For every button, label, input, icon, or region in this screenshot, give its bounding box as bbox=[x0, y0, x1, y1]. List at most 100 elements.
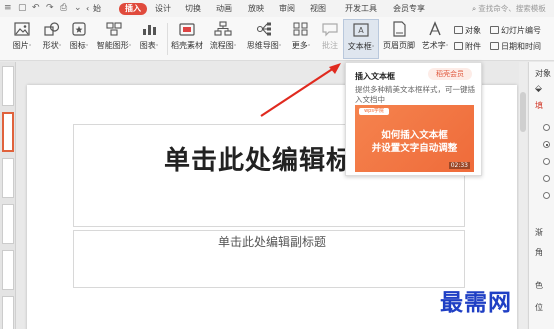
datetime-icon bbox=[490, 42, 499, 50]
comment-label: 批注 bbox=[322, 41, 338, 50]
material-button[interactable]: 稻壳素材 bbox=[170, 19, 204, 59]
save-icon[interactable]: ▢ bbox=[18, 0, 27, 17]
object-icon bbox=[454, 26, 463, 34]
tab-slideshow[interactable]: 放映 bbox=[248, 0, 264, 17]
picture-button[interactable]: 图片· bbox=[6, 19, 38, 59]
more-icon bbox=[292, 21, 310, 37]
file-menu-icon[interactable]: ≡ bbox=[4, 0, 12, 17]
more-arrow-icon[interactable]: ⌄ bbox=[74, 0, 82, 17]
attachment-label: 附件 bbox=[465, 42, 481, 51]
picture-label: 图片· bbox=[12, 41, 32, 50]
wordart-label: 艺术字· bbox=[421, 41, 449, 50]
tab-member[interactable]: 会员专享 bbox=[393, 0, 425, 17]
datetime-button[interactable]: 日期和时间 bbox=[490, 41, 541, 52]
tooltip-title: 插入文本框 bbox=[355, 72, 395, 81]
fill-radio-selected[interactable] bbox=[543, 141, 550, 148]
slide-thumbnail-active[interactable] bbox=[2, 112, 14, 152]
print-icon[interactable]: ⎙ bbox=[60, 0, 67, 17]
datetime-label: 日期和时间 bbox=[501, 42, 541, 51]
panel-header: 对象 bbox=[535, 69, 551, 78]
tab-animation[interactable]: 动画 bbox=[216, 0, 232, 17]
object-label: 对象 bbox=[465, 26, 481, 35]
textbox-button[interactable]: A 文本框· bbox=[343, 19, 379, 59]
flowchart-label: 流程图· bbox=[209, 41, 237, 50]
ribbon-separator bbox=[167, 23, 168, 55]
video-logo: wps学院 bbox=[359, 108, 389, 115]
slide-number-button[interactable]: 幻灯片编号 bbox=[490, 25, 541, 36]
nav-back-button[interactable]: ‹ bbox=[86, 0, 89, 17]
video-title-line2: 并设置文字自动调整 bbox=[371, 143, 458, 154]
tutorial-video-thumbnail[interactable]: wps学院 如何插入文本框 并设置文字自动调整 02:33 bbox=[355, 105, 474, 172]
slide-thumbnail[interactable] bbox=[2, 158, 14, 198]
search-placeholder: 查找命令、搜索模板 bbox=[478, 4, 546, 13]
header-footer-button[interactable]: 页眉页脚 bbox=[381, 19, 417, 59]
tab-transition[interactable]: 切换 bbox=[185, 0, 201, 17]
shape-icon bbox=[43, 21, 61, 37]
slide-thumbnail-panel bbox=[0, 62, 16, 329]
tab-start[interactable]: 始 bbox=[93, 0, 101, 17]
mindmap-button[interactable]: 思维导图· bbox=[244, 19, 284, 59]
fill-tab[interactable]: 填 bbox=[535, 100, 543, 111]
fill-radio[interactable] bbox=[543, 124, 550, 131]
slide-subtitle-placeholder[interactable]: 单击此处编辑副标题 bbox=[27, 233, 517, 250]
slide-thumbnail[interactable] bbox=[2, 204, 14, 244]
more-label: 更多· bbox=[291, 41, 311, 50]
tab-review[interactable]: 审阅 bbox=[279, 0, 295, 17]
slide-thumbnail[interactable] bbox=[2, 296, 14, 329]
canvas-scrollbar[interactable] bbox=[519, 62, 527, 329]
fill-radio[interactable] bbox=[543, 175, 550, 182]
scrollbar-thumb[interactable] bbox=[520, 92, 526, 132]
flowchart-button[interactable]: 流程图· bbox=[206, 19, 240, 59]
member-badge-label: 稻壳会员 bbox=[436, 70, 464, 78]
video-duration: 02:33 bbox=[448, 162, 470, 169]
object-button[interactable]: 对象 bbox=[454, 25, 481, 36]
icon-library-button[interactable]: 图标· bbox=[63, 19, 95, 59]
svg-text:A: A bbox=[358, 26, 364, 35]
chart-button[interactable]: 图表· bbox=[133, 19, 165, 59]
tab-developer[interactable]: 开发工具 bbox=[345, 0, 377, 17]
smartart-icon bbox=[105, 21, 123, 37]
site-watermark: 最需网 bbox=[440, 289, 512, 316]
search-input[interactable]: ⌕ 查找命令、搜索模板 bbox=[472, 3, 554, 15]
tooltip-description: 提供多种精美文本框样式，可一键插入文档中 bbox=[355, 85, 475, 104]
color-label: 色 bbox=[535, 281, 543, 290]
header-footer-icon bbox=[390, 21, 408, 37]
member-badge[interactable]: 稻壳会员 bbox=[428, 68, 472, 80]
slide-number-icon bbox=[490, 26, 499, 34]
smartart-button[interactable]: 智能图形· bbox=[94, 19, 134, 59]
tab-insert[interactable]: 插入 bbox=[119, 3, 147, 15]
fill-bucket-icon[interactable]: ⬙ bbox=[535, 84, 542, 94]
textbox-label: 文本框· bbox=[347, 42, 375, 51]
material-icon bbox=[178, 21, 196, 37]
slide-number-label: 幻灯片编号 bbox=[501, 26, 541, 35]
wordart-button[interactable]: 艺术字· bbox=[418, 19, 452, 59]
more-button[interactable]: 更多· bbox=[285, 19, 317, 59]
red-arrow-annotation bbox=[260, 63, 341, 117]
attachment-button[interactable]: 附件 bbox=[454, 41, 481, 52]
attachment-icon bbox=[454, 42, 463, 50]
mindmap-icon bbox=[255, 21, 273, 37]
menu-bar: ≡ ▢ ↶ ↷ ⎙ ⌄ ‹ 始 插入 设计 切换 动画 放映 审阅 视图 开发工… bbox=[0, 0, 554, 17]
textbox-icon: A bbox=[352, 22, 370, 38]
tab-view[interactable]: 视图 bbox=[310, 0, 326, 17]
position-label: 位 bbox=[535, 303, 543, 312]
fill-radio[interactable] bbox=[543, 158, 550, 165]
comment-icon bbox=[321, 21, 339, 37]
icon-library-icon bbox=[70, 21, 88, 37]
mindmap-label: 思维导图· bbox=[246, 41, 282, 50]
slide-thumbnail[interactable] bbox=[2, 66, 14, 106]
property-panel: 对象 ⬙ 填 渐 角 色 位 bbox=[528, 62, 554, 329]
wordart-icon bbox=[426, 21, 444, 37]
undo-icon[interactable]: ↶ bbox=[32, 0, 40, 17]
header-footer-label: 页眉页脚 bbox=[383, 41, 415, 50]
fill-radio[interactable] bbox=[543, 192, 550, 199]
textbox-tooltip: 插入文本框 稻壳会员 提供多种精美文本框样式，可一键插入文档中 wps学院 如何… bbox=[345, 62, 482, 176]
tab-design[interactable]: 设计 bbox=[155, 0, 171, 17]
picture-icon bbox=[13, 21, 31, 37]
slide-thumbnail[interactable] bbox=[2, 250, 14, 290]
comment-button[interactable]: 批注 bbox=[314, 19, 346, 59]
chart-label: 图表· bbox=[139, 41, 159, 50]
gradient-label: 渐 bbox=[535, 228, 543, 237]
angle-label: 角 bbox=[535, 248, 543, 257]
redo-icon[interactable]: ↷ bbox=[46, 0, 54, 17]
